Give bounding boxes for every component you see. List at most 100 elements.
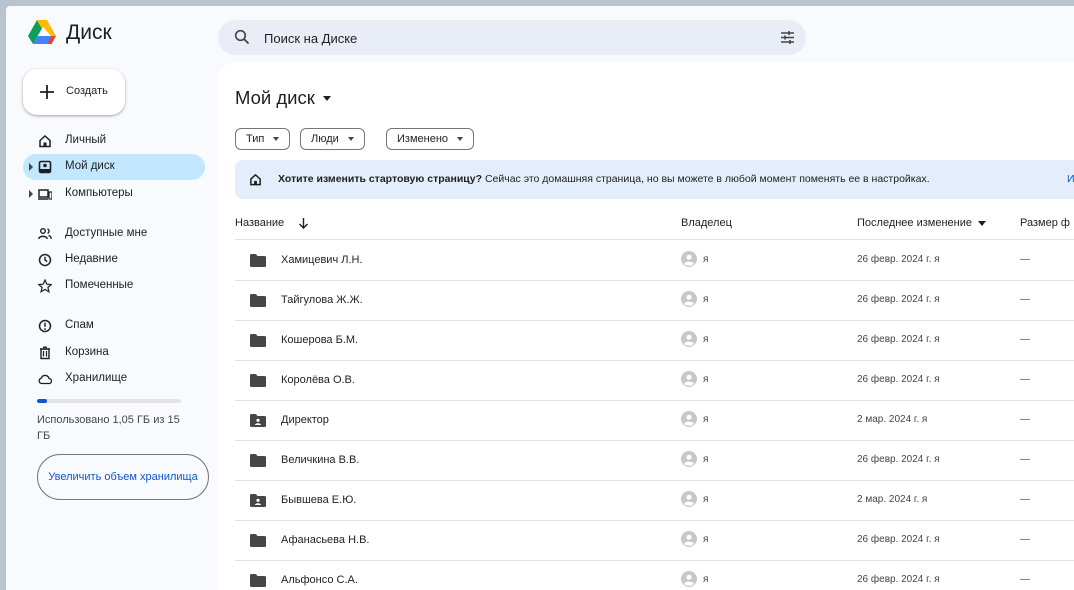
table-row[interactable]: Величкина В.В. я 26 февр. 2024 г. я — [235,440,1074,481]
file-name: Афанасьева Н.В. [281,534,370,546]
app-logo[interactable]: Диск [28,20,112,45]
page-title[interactable]: Мой диск [235,87,331,109]
plus-icon [40,85,54,99]
file-size: — [1020,414,1030,425]
page-title-text: Мой диск [235,87,315,108]
chevron-down-icon [457,137,464,141]
modified-date: 26 февр. 2024 г. я [857,254,940,265]
sidebar-item-trash[interactable]: Корзина [23,340,205,366]
folder-icon [250,334,266,347]
file-size: — [1020,494,1030,505]
modified-date: 2 мар. 2024 г. я [857,414,928,425]
expand-arrow-icon[interactable] [29,190,33,198]
sidebar-item-label: Личный [65,134,107,146]
file-size: — [1020,254,1030,265]
search-icon[interactable] [234,29,250,45]
avatar-icon [681,451,697,467]
start-page-banner: Хотите изменить стартовую страницу? Сейч… [235,160,1074,199]
file-name: Хамицевич Л.Н. [281,254,363,266]
column-header-size[interactable]: Размер ф [1020,217,1070,229]
sidebar-item-my-drive[interactable]: Мой диск [23,154,205,180]
folder-icon [250,454,266,467]
banner-change-link[interactable]: Из [1067,173,1074,185]
sidebar-item-label: Компьютеры [65,187,133,199]
avatar-icon [681,571,697,587]
filter-label: Люди [311,133,339,145]
sidebar-item-personal[interactable]: Личный [23,128,205,154]
main-content: Мой диск Тип Люди Изменено Хотите измени… [218,63,1074,590]
owner-name: я [703,293,709,305]
owner-cell: я [681,571,708,587]
modified-date: 26 февр. 2024 г. я [857,334,940,345]
table-row[interactable]: Афанасьева Н.В. я 26 февр. 2024 г. я — [235,520,1074,561]
filter-modified-chip[interactable]: Изменено [386,128,475,150]
owner-name: я [703,413,709,425]
owner-cell: я [681,531,708,547]
chevron-down-icon [273,137,280,141]
column-header-name[interactable]: Название [235,217,309,229]
spam-icon [38,319,52,333]
owner-cell: я [681,491,708,507]
sidebar-item-label: Доступные мне [65,227,148,239]
home-icon [250,173,261,186]
drive-icon [38,160,52,174]
table-row[interactable]: Бывшева Е.Ю. я 2 мар. 2024 г. я — [235,480,1074,521]
create-button[interactable]: Создать [23,69,125,115]
file-size: — [1020,374,1030,385]
column-header-modified[interactable]: Последнее изменение [857,217,987,229]
owner-cell: я [681,451,708,467]
search-options-icon[interactable] [780,30,795,45]
search-input[interactable] [262,20,746,57]
avatar-icon [681,371,697,387]
home-icon [39,134,51,148]
search-bar[interactable] [218,20,806,57]
sort-arrow-down-icon[interactable] [298,217,309,229]
create-label: Создать [66,85,108,97]
cloud-icon [38,374,52,385]
sidebar-item-spam[interactable]: Спам [23,313,205,339]
sidebar-item-storage[interactable]: Хранилище [23,366,205,392]
drive-window: Диск Создать Личный Мой диск [6,6,1074,590]
filter-label: Тип [246,133,265,145]
avatar-icon [681,251,697,267]
avatar-icon [681,331,697,347]
upgrade-storage-button[interactable]: Увеличить объем хранилища [37,454,209,500]
filter-type-chip[interactable]: Тип [235,128,291,150]
banner-question: Хотите изменить стартовую страницу? [278,173,483,185]
file-size: — [1020,334,1030,345]
filter-label: Изменено [397,133,449,145]
folder-icon [250,294,266,307]
table-row[interactable]: Хамицевич Л.Н. я 26 февр. 2024 г. я — [235,240,1074,281]
table-row[interactable]: Кошерова Б.М. я 26 февр. 2024 г. я — [235,320,1074,361]
people-icon [38,228,52,240]
file-name: Величкина В.В. [281,454,360,466]
file-size: — [1020,574,1030,585]
column-header-owner[interactable]: Владелец [681,217,732,229]
owner-name: я [703,493,709,505]
sidebar-item-starred[interactable]: Помеченные [23,273,205,299]
sidebar-item-shared[interactable]: Доступные мне [23,221,205,247]
table-row[interactable]: Директор я 2 мар. 2024 г. я — [235,400,1074,441]
file-name: Бывшева Е.Ю. [281,494,357,506]
sidebar-item-recent[interactable]: Недавние [23,247,205,273]
table-row[interactable]: Тайгулова Ж.Ж. я 26 февр. 2024 г. я — [235,280,1074,321]
table-row[interactable]: Альфонсо С.А. я 26 февр. 2024 г. я — [235,560,1074,590]
banner-text: Сейчас это домашняя страница, но вы може… [482,173,930,185]
modified-date: 26 февр. 2024 г. я [857,374,940,385]
owner-cell: я [681,291,708,307]
table-row[interactable]: Королёва О.В. я 26 февр. 2024 г. я — [235,360,1074,401]
sidebar-item-label: Хранилище [65,372,128,384]
modified-date: 2 мар. 2024 г. я [857,494,928,505]
owner-cell: я [681,331,708,347]
filter-people-chip[interactable]: Люди [300,128,365,150]
file-name: Директор [281,414,329,426]
owner-cell: я [681,411,708,427]
expand-arrow-icon[interactable] [29,163,33,171]
shared-folder-icon [250,414,266,427]
sidebar-item-computers[interactable]: Компьютеры [23,181,205,207]
avatar-icon [681,491,697,507]
trash-icon [40,346,50,360]
owner-name: я [703,533,709,545]
avatar-icon [681,291,697,307]
owner-name: я [703,373,709,385]
